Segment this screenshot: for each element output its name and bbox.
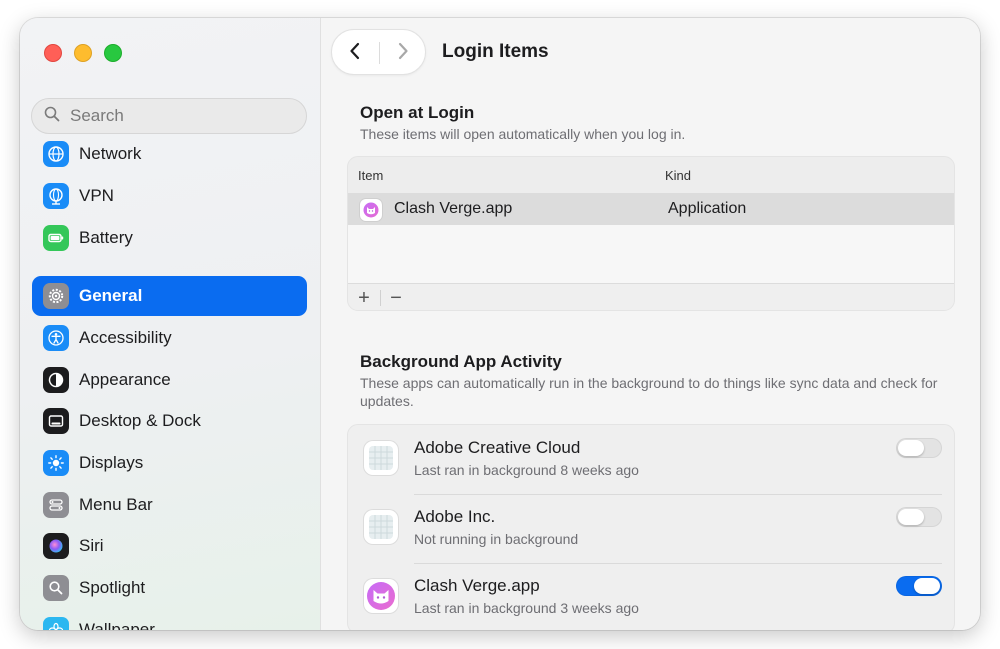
sidebar-item-label: Accessibility <box>79 328 172 347</box>
sidebar-item-wallpaper[interactable]: Wallpaper <box>32 610 307 630</box>
sidebar-item-label: Battery <box>79 228 133 247</box>
sidebar-item-label: Appearance <box>79 370 171 389</box>
sidebar-item-label: Displays <box>79 453 144 472</box>
sidebar-item-label: Menu Bar <box>79 495 153 514</box>
dock-icon <box>43 408 69 434</box>
search-field[interactable] <box>31 98 307 134</box>
sidebar: Network VPN Battery General <box>20 18 321 630</box>
column-header-item[interactable]: Item <box>358 168 383 183</box>
sidebar-item-battery[interactable]: Battery <box>32 218 307 258</box>
sidebar-item-desktop-dock[interactable]: Desktop & Dock <box>32 401 307 441</box>
login-items-table: Item Kind Clash Verge.app Application + … <box>347 156 955 311</box>
section-title-open-at-login: Open at Login <box>360 103 475 122</box>
list-item: Clash Verge.app Last ran in background 3… <box>348 563 954 630</box>
sidebar-item-label: Spotlight <box>79 578 146 597</box>
app-name: Adobe Creative Cloud <box>414 438 581 457</box>
row-item-kind: Application <box>668 200 747 217</box>
battery-icon <box>43 225 69 251</box>
search-input[interactable] <box>68 105 292 127</box>
app-status: Last ran in background 3 weeks ago <box>414 600 639 616</box>
sidebar-item-label: Desktop & Dock <box>79 411 201 430</box>
magnifier-icon <box>43 575 69 601</box>
accessibility-icon <box>43 325 69 351</box>
sidebar-item-label: Siri <box>79 536 104 555</box>
section-title-background-activity: Background App Activity <box>360 352 562 371</box>
table-footer: + − <box>348 283 954 310</box>
flower-icon <box>43 617 69 630</box>
sidebar-item-accessibility[interactable]: Accessibility <box>32 318 307 358</box>
toggle-knob <box>898 509 924 525</box>
row-item-name: Clash Verge.app <box>394 200 513 217</box>
sidebar-item-displays[interactable]: Displays <box>32 443 307 483</box>
vpn-globe-icon <box>43 183 69 209</box>
column-header-kind[interactable]: Kind <box>665 168 691 183</box>
table-row[interactable]: Clash Verge.app Application <box>348 193 954 225</box>
sidebar-item-label: VPN <box>79 186 114 205</box>
navigation-controls <box>331 29 426 75</box>
globe-icon <box>43 141 69 167</box>
background-items-list: Adobe Creative Cloud Last ran in backgro… <box>347 424 955 630</box>
remove-login-item-button[interactable]: − <box>384 288 408 308</box>
list-item: Adobe Inc. Not running in background <box>348 494 954 563</box>
chevron-right-icon <box>396 41 410 66</box>
add-login-item-button[interactable]: + <box>352 288 376 308</box>
section-subtitle-open-at-login: These items will open automatically when… <box>360 126 686 142</box>
appearance-icon <box>43 367 69 393</box>
background-toggle[interactable] <box>896 507 942 527</box>
zoom-button[interactable] <box>104 44 122 62</box>
search-icon <box>44 106 60 127</box>
app-status: Last ran in background 8 weeks ago <box>414 462 639 478</box>
clash-verge-cat-icon <box>364 579 398 613</box>
app-name: Adobe Inc. <box>414 507 496 526</box>
forward-button[interactable] <box>380 30 426 76</box>
section-subtitle-background-activity: These apps can automatically run in the … <box>360 375 938 409</box>
background-toggle[interactable] <box>896 576 942 596</box>
sidebar-item-general[interactable]: General <box>32 276 307 316</box>
chevron-left-icon <box>348 41 362 66</box>
sidebar-item-menu-bar[interactable]: Menu Bar <box>32 485 307 525</box>
sidebar-item-vpn[interactable]: VPN <box>32 176 307 216</box>
back-button[interactable] <box>332 30 378 76</box>
app-name: Clash Verge.app <box>414 576 540 595</box>
background-toggle[interactable] <box>896 438 942 458</box>
table-empty-area <box>348 225 954 283</box>
sidebar-item-siri[interactable]: Siri <box>32 526 307 566</box>
siri-icon <box>43 533 69 559</box>
generic-app-icon <box>364 510 398 544</box>
gear-icon <box>43 283 69 309</box>
settings-window: Network VPN Battery General <box>20 18 980 630</box>
sidebar-item-spotlight[interactable]: Spotlight <box>32 568 307 608</box>
sidebar-item-network[interactable]: Network <box>32 134 307 174</box>
menu-bar-icon <box>43 492 69 518</box>
clash-verge-cat-icon <box>360 199 382 221</box>
minimize-button[interactable] <box>74 44 92 62</box>
generic-app-icon <box>364 441 398 475</box>
main-pane: Login Items Open at Login These items wi… <box>321 18 980 630</box>
sun-icon <box>43 450 69 476</box>
page-title: Login Items <box>442 41 549 62</box>
list-item: Adobe Creative Cloud Last ran in backgro… <box>348 425 954 494</box>
close-button[interactable] <box>44 44 62 62</box>
sidebar-item-label: Network <box>79 144 142 163</box>
toggle-knob <box>898 440 924 456</box>
sidebar-item-label: General <box>79 286 143 305</box>
footer-divider <box>380 290 381 306</box>
sidebar-item-label: Wallpaper <box>79 620 155 630</box>
toggle-knob <box>914 578 940 594</box>
app-status: Not running in background <box>414 531 579 547</box>
sidebar-item-appearance[interactable]: Appearance <box>32 360 307 400</box>
